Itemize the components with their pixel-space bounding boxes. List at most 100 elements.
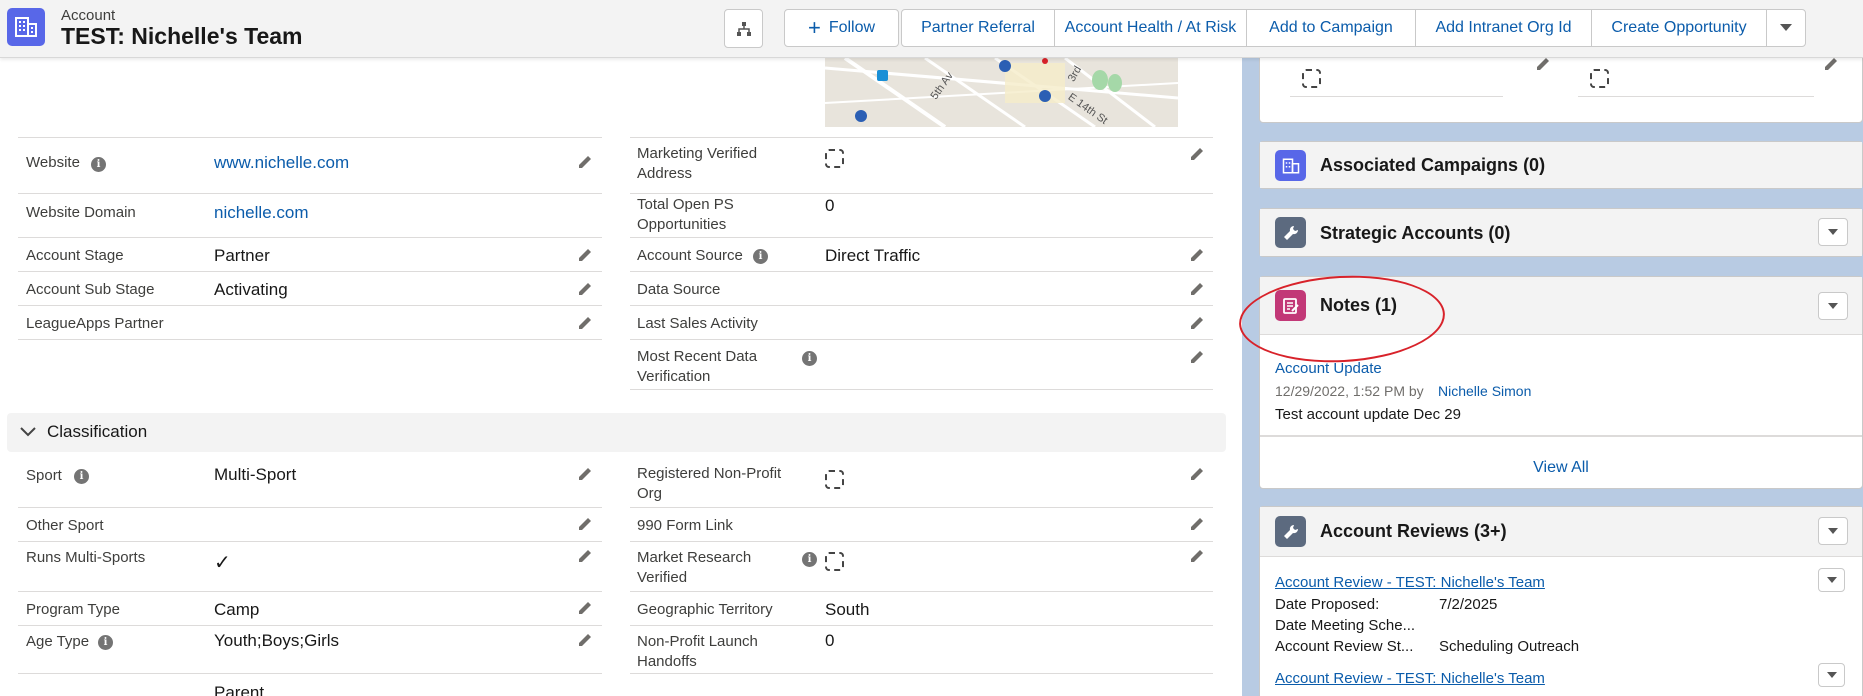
chevron-down-icon (1828, 229, 1838, 235)
wrench-icon (1275, 516, 1306, 547)
record-header: Account TEST: Nichelle's Team + Follow P… (0, 0, 1863, 58)
field-marketing-verified-address: Marketing Verified Address (630, 137, 1213, 194)
chevron-down-icon (20, 427, 36, 437)
chevron-down-icon (1780, 24, 1792, 31)
account-review-link[interactable]: Account Review - TEST: Nichelle's Team (1275, 670, 1545, 687)
field-age-type: Age Type i Youth;Boys;Girls (18, 626, 602, 674)
pencil-icon[interactable] (577, 464, 595, 482)
strategic-accounts-card: Strategic Accounts (0) (1259, 208, 1863, 257)
review-row-menu-button[interactable] (1818, 663, 1845, 687)
checkbox (825, 470, 844, 489)
strategic-accounts-menu-button[interactable] (1818, 218, 1848, 246)
info-icon[interactable]: i (74, 469, 89, 484)
field-other-sport: Other Sport (18, 508, 602, 542)
field-last-sales-activity: Last Sales Activity (630, 306, 1213, 340)
field-account-stage: Account Stage Partner (18, 238, 602, 272)
checkbox (1590, 69, 1609, 88)
associated-campaigns-card: Associated Campaigns (0) (1259, 141, 1863, 189)
field-account-source: Account Source i Direct Traffic (630, 238, 1213, 272)
partner-referral-button[interactable]: Partner Referral (901, 9, 1055, 47)
account-icon (7, 8, 45, 46)
pencil-icon[interactable] (577, 279, 595, 297)
related-sidebar: Associated Campaigns (0) Strategic Accou… (1242, 48, 1863, 696)
account-reviews-title[interactable]: Account Reviews (3+) (1320, 521, 1507, 542)
pencil-icon[interactable] (577, 598, 595, 616)
field-990-form-link: 990 Form Link (630, 508, 1213, 542)
website-domain-link[interactable]: nichelle.com (214, 202, 309, 224)
pencil-icon[interactable] (1189, 144, 1207, 162)
classification-section-header[interactable]: Classification (7, 413, 1226, 452)
partial-field-value: Parent (214, 683, 265, 696)
add-intranet-org-id-button[interactable]: Add Intranet Org Id (1415, 9, 1592, 47)
note-author-link[interactable]: Nichelle Simon (1438, 383, 1531, 399)
pencil-icon[interactable] (1189, 514, 1207, 532)
record-title: TEST: Nichelle's Team (61, 23, 303, 49)
field-account-sub-stage: Account Sub Stage Activating (18, 272, 602, 306)
account-reviews-card: Account Reviews (3+) Account Review - TE… (1259, 506, 1863, 696)
account-review-link[interactable]: Account Review - TEST: Nichelle's Team (1275, 574, 1545, 591)
checkbox (1302, 69, 1321, 88)
checkbox (825, 149, 844, 168)
field-runs-multi-sports: Runs Multi-Sports ✓ (18, 542, 602, 592)
info-icon[interactable]: i (753, 249, 768, 264)
info-icon[interactable]: i (98, 635, 113, 650)
info-icon[interactable]: i (802, 351, 817, 366)
associated-campaigns-title[interactable]: Associated Campaigns (0) (1320, 155, 1545, 176)
partial-card (1259, 48, 1863, 123)
note-meta: 12/29/2022, 1:52 PM by (1275, 383, 1424, 399)
hierarchy-icon (736, 21, 751, 36)
address-map[interactable]: 5th Av 3rd E 14th St (825, 58, 1178, 127)
strategic-accounts-title[interactable]: Strategic Accounts (0) (1320, 223, 1510, 244)
field-total-open-ps-opportunities: Total Open PS Opportunities 0 (630, 194, 1213, 238)
pencil-icon[interactable] (577, 152, 595, 170)
follow-button[interactable]: + Follow (784, 9, 899, 47)
pencil-icon[interactable] (1189, 546, 1207, 564)
field-geographic-territory: Geographic Territory South (630, 592, 1213, 626)
campaign-icon (1275, 150, 1306, 181)
checkmark-icon: ✓ (214, 552, 231, 574)
chevron-down-icon (1828, 528, 1838, 534)
add-to-campaign-button[interactable]: Add to Campaign (1246, 9, 1416, 47)
create-opportunity-button[interactable]: Create Opportunity (1591, 9, 1767, 47)
field-program-type: Program Type Camp (18, 592, 602, 626)
pencil-icon[interactable] (1189, 245, 1207, 263)
pencil-icon[interactable] (577, 514, 595, 532)
pencil-icon[interactable] (577, 546, 595, 564)
field-website-domain: Website Domain nichelle.com (18, 194, 602, 238)
field-registered-non-profit-org: Registered Non-Profit Org (630, 458, 1213, 508)
field-sport: Sport i Multi-Sport (18, 458, 602, 508)
account-reviews-menu-button[interactable] (1818, 517, 1848, 545)
view-all-notes-link[interactable]: View All (1260, 459, 1862, 477)
info-icon[interactable]: i (802, 552, 817, 567)
chevron-down-icon (1826, 577, 1837, 583)
field-most-recent-data-verification: Most Recent Data Verification i (630, 340, 1213, 390)
review-row-menu-button[interactable] (1818, 568, 1845, 592)
field-market-research-verified: Market Research Verified i (630, 542, 1213, 592)
note-body: Test account update Dec 29 (1275, 406, 1461, 423)
detail-pane: 5th Av 3rd E 14th St Website i www.niche… (0, 58, 1242, 696)
pencil-icon[interactable] (1189, 279, 1207, 297)
field-leagueapps-partner: LeagueApps Partner (18, 306, 602, 340)
more-actions-button[interactable] (1766, 9, 1806, 47)
website-link[interactable]: www.nichelle.com (214, 152, 349, 174)
pencil-icon[interactable] (577, 630, 595, 648)
view-hierarchy-button[interactable] (724, 9, 763, 48)
plus-icon: + (807, 15, 821, 40)
info-icon[interactable]: i (91, 157, 106, 172)
wrench-icon (1275, 217, 1306, 248)
note-title-link[interactable]: Account Update (1275, 360, 1382, 377)
chevron-down-icon (1828, 303, 1838, 309)
object-type-label: Account (61, 7, 116, 24)
checkbox (825, 552, 844, 571)
field-non-profit-launch-handoffs: Non-Profit Launch Handoffs 0 (630, 626, 1213, 674)
pencil-icon[interactable] (1189, 347, 1207, 365)
pencil-icon[interactable] (577, 313, 595, 331)
pencil-icon[interactable] (1189, 464, 1207, 482)
notes-menu-button[interactable] (1818, 292, 1848, 320)
action-buttons: + Follow Partner Referral Account Health… (784, 9, 1806, 47)
pencil-icon[interactable] (577, 245, 595, 263)
field-data-source: Data Source (630, 272, 1213, 306)
chevron-down-icon (1826, 672, 1837, 678)
pencil-icon[interactable] (1189, 313, 1207, 331)
account-health-button[interactable]: Account Health / At Risk (1054, 9, 1247, 47)
